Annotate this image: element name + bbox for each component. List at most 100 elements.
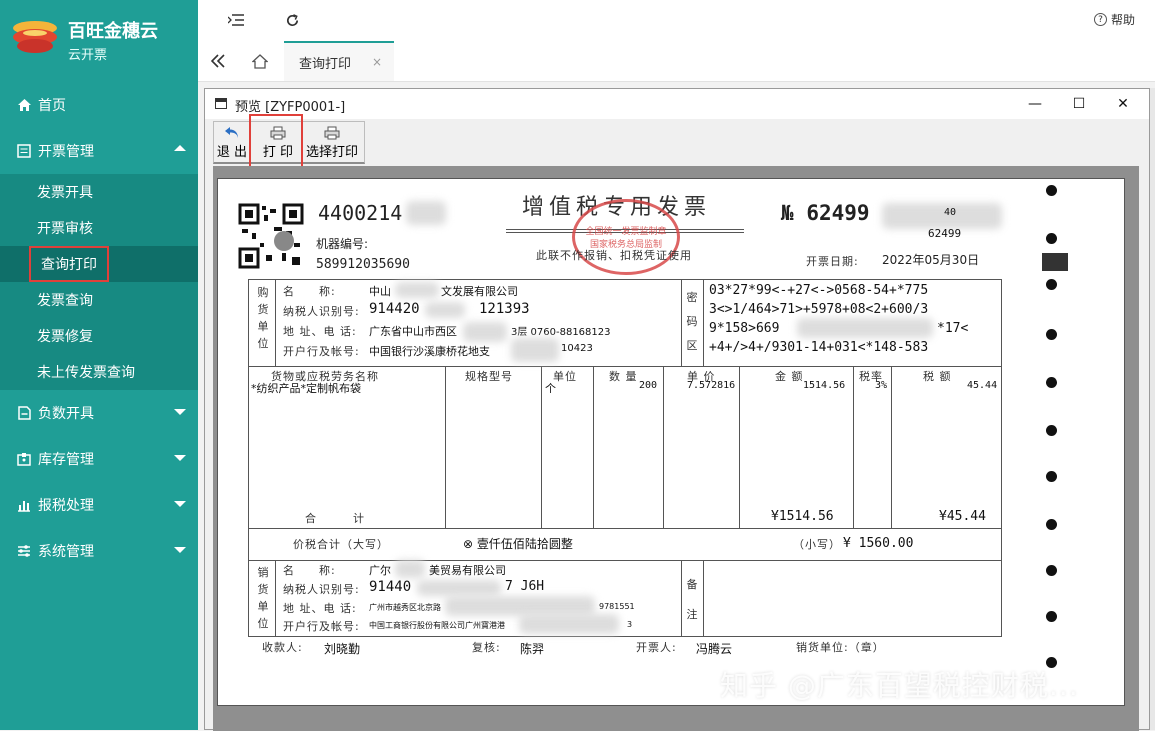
seller-address-tail: 9781551 <box>599 602 635 611</box>
date-label: 开票日期: <box>806 255 859 268</box>
sidebar-item-label: 首页 <box>38 98 66 114</box>
tab-query-print[interactable]: 查询打印 × <box>284 41 394 81</box>
stamp-text-top: 全国统一发票监制章 <box>585 227 667 237</box>
sidebar-subitem-label: 发票查询 <box>37 293 93 309</box>
logo-icon <box>13 21 57 53</box>
seller-name-tail: 美贸易有限公司 <box>429 564 506 577</box>
drawer-name: 冯腾云 <box>696 642 733 656</box>
brand-subtitle: 云开票 <box>68 48 108 63</box>
header-amount: 金 额 <box>775 370 804 383</box>
sidebar-subitem-invoice-repair[interactable]: 发票修复 <box>0 318 198 354</box>
close-icon[interactable]: × <box>372 55 382 69</box>
window-icon <box>215 98 227 109</box>
seller-address: 广州市越秀区北京路 <box>369 603 441 612</box>
seller-bank-tail: 3 <box>627 620 633 629</box>
buyer-address-tail: 3层 0760-88168123 <box>511 327 611 338</box>
brand: 百旺金穗云 云开票 <box>0 0 198 82</box>
select-print-button[interactable]: 选择打印 <box>306 124 358 160</box>
print-highlight-box <box>249 114 303 168</box>
password-line-3: 9*158>669 <box>709 321 780 336</box>
sidebar-item-label: 开票管理 <box>38 144 94 160</box>
seller-tax-id-tail: 7 J6H <box>505 579 545 594</box>
menu-toggle-icon[interactable] <box>226 10 246 30</box>
number-value: 62499 <box>806 201 870 225</box>
invoice-grid: 购货单位 名 称: 中山 文发展有限公司 纳税人识别号: 914420 1213… <box>248 279 1002 637</box>
payee-name: 刘晓勤 <box>324 642 361 656</box>
preview-dialog: 预览 [ZYFP0001-] — ☐ ✕ 退 出 打 印 选择打印 440021… <box>204 88 1150 731</box>
total-tax: ¥45.44 <box>939 509 986 524</box>
header-unit: 单位 <box>553 370 577 383</box>
help-label: 帮助 <box>1110 13 1135 27</box>
item-tax: 45.44 <box>967 380 998 391</box>
sidebar-subitem-invoice-issue[interactable]: 发票开具 <box>0 174 198 210</box>
sidebar-subitem-label: 未上传发票查询 <box>37 365 135 381</box>
number-prefix: № <box>781 201 794 225</box>
sidebar-item-label: 库存管理 <box>38 452 94 468</box>
minimize-button[interactable]: — <box>1013 91 1057 117</box>
tab-bar: 查询打印 × <box>198 41 1155 82</box>
sidebar-subitem-label: 开票审核 <box>37 221 93 237</box>
select-print-label: 选择打印 <box>306 145 359 160</box>
password-line-1: 03*27*99<-+27<->0568-54+*775 <box>709 283 929 298</box>
tab-label: 查询打印 <box>299 56 352 72</box>
invoice-code: 4400214 <box>318 201 403 225</box>
invoice-number: № 62499 <box>781 201 870 225</box>
reviewer-name: 陈羿 <box>520 642 545 656</box>
item-price: 7.572816 <box>687 380 736 391</box>
close-button[interactable]: ✕ <box>1101 91 1145 117</box>
total-amount: ¥1514.56 <box>771 509 834 524</box>
sidebar-item-tax-filing[interactable]: 报税处理 <box>0 482 198 528</box>
double-chevron-left-icon[interactable] <box>208 51 228 71</box>
sidebar-item-invoice-management[interactable]: 开票管理 <box>0 128 198 174</box>
home-icon <box>16 97 32 113</box>
inventory-icon <box>16 451 32 467</box>
buyer-bank-tail: 10423 <box>561 343 593 354</box>
dialog-title: 预览 [ZYFP0001-] <box>235 100 346 115</box>
seller-bank-label: 开户行及帐号: <box>283 620 360 633</box>
sidebar-item-label: 报税处理 <box>38 498 94 514</box>
sidebar-item-system[interactable]: 系统管理 <box>0 528 198 574</box>
sidebar-subitem-label: 查询打印 <box>29 246 109 282</box>
sidebar-subitem-query-print[interactable]: 查询打印 <box>0 246 198 282</box>
exit-button[interactable]: 退 出 <box>216 124 248 160</box>
seal-label: 销货单位:（章） <box>796 641 885 654</box>
item-name: *纺织产品*定制帆布袋 <box>251 382 361 395</box>
home-tab-icon[interactable] <box>250 51 270 71</box>
seller-name: 广尔 <box>369 564 391 577</box>
sidebar-subitem-invoice-query[interactable]: 发票查询 <box>0 282 198 318</box>
feed-holes <box>1040 179 1068 699</box>
top-bar: ? 帮助 <box>198 0 1155 42</box>
help-button[interactable]: ? 帮助 <box>1093 11 1135 28</box>
seller-addr-label: 地 址、电 话: <box>283 602 357 615</box>
chevron-down-icon <box>174 409 186 415</box>
buyer-tax-id: 914420 <box>369 301 420 317</box>
invoice-number-small-1: 40 <box>944 207 957 218</box>
header-tax: 税 额 <box>923 370 952 383</box>
seller-side-label: 销货单位 <box>257 566 269 630</box>
sidebar-subitem-invoice-review[interactable]: 开票审核 <box>0 210 198 246</box>
invoice-number-small-2: 62499 <box>928 227 962 240</box>
chevron-down-icon <box>174 547 186 553</box>
seller-tax-label: 纳税人识别号: <box>283 583 360 596</box>
drawer-label: 开票人: <box>636 641 677 654</box>
buyer-side-label: 购货单位 <box>257 286 269 350</box>
document-icon <box>16 405 32 421</box>
chart-icon <box>16 497 32 513</box>
maximize-button[interactable]: ☐ <box>1057 91 1101 117</box>
header-spec: 规格型号 <box>465 370 513 383</box>
sidebar-item-inventory[interactable]: 库存管理 <box>0 436 198 482</box>
refresh-icon[interactable] <box>282 10 302 30</box>
total-label: 合 计 <box>305 512 365 525</box>
sidebar-subitem-unuploaded-query[interactable]: 未上传发票查询 <box>0 354 198 390</box>
buyer-name-label: 名 称: <box>283 285 336 298</box>
header-qty: 数 量 <box>609 370 638 383</box>
print-preview-area[interactable]: 4400214 机器编号: 589912035690 增值税专用发票 全国统一发… <box>213 166 1139 731</box>
right-edge-strip <box>1150 88 1155 730</box>
sidebar-item-negative-issue[interactable]: 负数开具 <box>0 390 198 436</box>
item-rate: 3% <box>875 380 888 391</box>
sidebar-subitem-label: 发票修复 <box>37 329 93 345</box>
sidebar-item-home[interactable]: 首页 <box>0 82 198 128</box>
back-arrow-icon <box>225 127 238 138</box>
exit-label: 退 出 <box>216 145 248 160</box>
qr-code-icon <box>238 203 304 269</box>
